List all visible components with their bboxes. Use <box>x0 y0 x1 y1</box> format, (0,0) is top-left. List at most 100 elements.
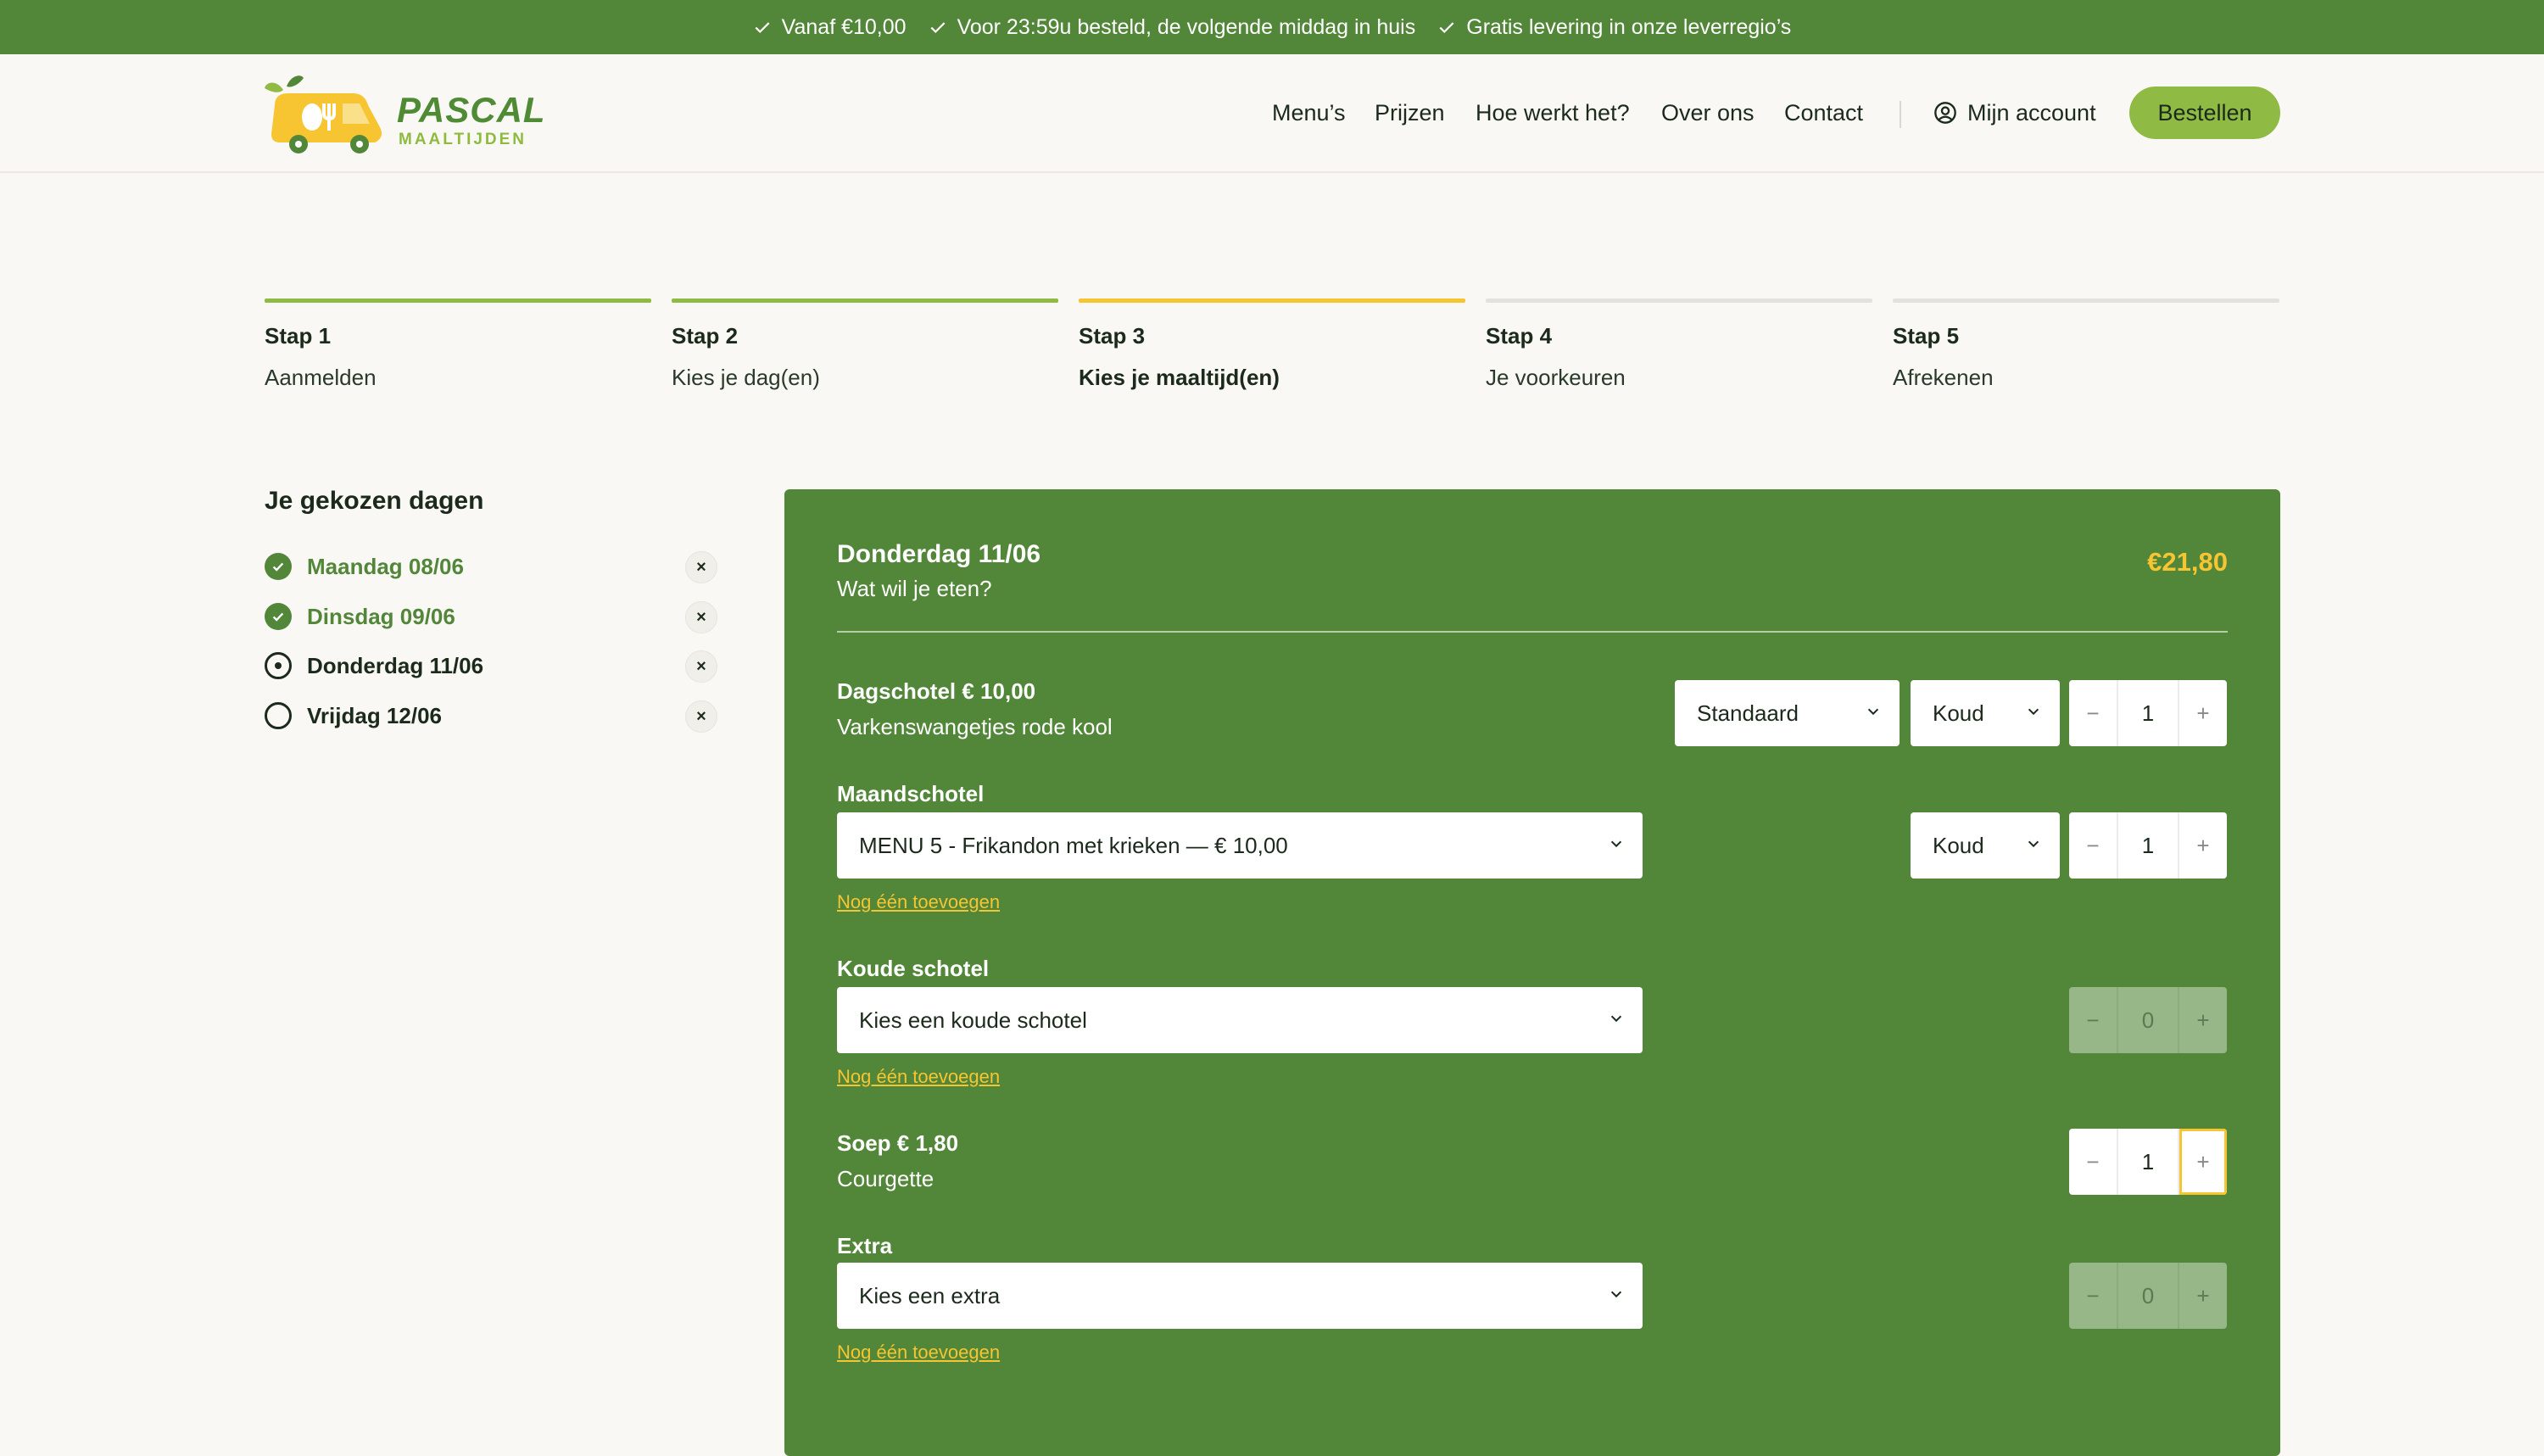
step-1[interactable]: Stap 1 Aanmelden <box>265 298 651 391</box>
select-value: Koud <box>1933 832 1984 858</box>
step-progress-bar <box>1893 298 2279 303</box>
step-progress-bar <box>672 298 1058 303</box>
dagschotel-title: Dagschotel € 10,00 <box>837 678 1036 704</box>
koude-schotel-title: Koude schotel <box>837 956 990 981</box>
chosen-days-title: Je gekozen dagen <box>265 487 484 515</box>
logo-subtitle: MAALTIJDEN <box>399 131 527 148</box>
check-icon <box>755 22 770 34</box>
select-value: MENU 5 - Frikandon met krieken — € 10,00 <box>859 832 1288 858</box>
quantity-value: 0 <box>2117 1263 2179 1329</box>
decrease-button: − <box>2069 987 2117 1053</box>
logo-wordmark: PASCAL <box>397 90 546 130</box>
decrease-button[interactable]: − <box>2069 1129 2117 1195</box>
soep-title: Soep € 1,80 <box>837 1130 959 1156</box>
day-item-donderdag[interactable]: Donderdag 11/06 × <box>265 649 722 683</box>
account-link[interactable]: Mijn account <box>1933 54 2096 171</box>
koude-schotel-select[interactable]: Kies een koude schotel <box>837 987 1643 1053</box>
decrease-button[interactable]: − <box>2069 680 2117 746</box>
meal-selection-panel: Donderdag 11/06 Wat wil je eten? €21,80 … <box>784 489 2280 1456</box>
nav-item-menus[interactable]: Menu’s <box>1272 54 1346 171</box>
step-progress-bar <box>1486 298 1872 303</box>
add-another-link[interactable]: Nog één toevoegen <box>837 891 1000 913</box>
day-item-maandag[interactable]: Maandag 08/06 × <box>265 549 722 583</box>
remove-day-button[interactable]: × <box>685 700 717 733</box>
remove-day-button[interactable]: × <box>685 650 717 683</box>
step-number: Stap 2 <box>672 323 739 349</box>
quantity-value[interactable]: 1 <box>2117 812 2179 879</box>
increase-button[interactable]: + <box>2179 1129 2227 1195</box>
increase-button[interactable]: + <box>2179 812 2227 879</box>
nav-item-over-ons[interactable]: Over ons <box>1661 54 1755 171</box>
increase-button: + <box>2179 1263 2227 1329</box>
extra-select[interactable]: Kies een extra <box>837 1263 1643 1329</box>
quantity-stepper: − 0 + <box>2069 1263 2227 1329</box>
day-label: Vrijdag 12/06 <box>307 702 442 728</box>
day-label: Dinsdag 09/06 <box>307 603 455 629</box>
chevron-down-icon <box>1610 1291 1622 1298</box>
maandschotel-select[interactable]: MENU 5 - Frikandon met krieken — € 10,00 <box>837 812 1643 879</box>
quantity-stepper[interactable]: − 1 + <box>2069 680 2227 746</box>
step-progress-bar <box>265 298 651 303</box>
chevron-down-icon <box>2028 840 2039 848</box>
chevron-down-icon <box>1610 840 1622 848</box>
decrease-button[interactable]: − <box>2069 812 2117 879</box>
nav-link[interactable]: Menu’s <box>1272 100 1346 126</box>
site-header: PASCAL MAALTIJDEN Menu’s Prijzen Hoe wer… <box>0 54 2544 173</box>
increase-button[interactable]: + <box>2179 680 2227 746</box>
step-number: Stap 1 <box>265 323 332 349</box>
decrease-button: − <box>2069 1263 2117 1329</box>
nav-link[interactable]: Contact <box>1784 100 1863 126</box>
empty-circle-icon <box>265 702 292 729</box>
extra-title: Extra <box>837 1233 893 1258</box>
account-label: Mijn account <box>1967 99 2096 126</box>
divider <box>837 631 2228 633</box>
temperature-select[interactable]: Koud <box>1911 680 2060 746</box>
order-button[interactable]: Bestellen <box>2129 86 2280 139</box>
select-value: Koud <box>1933 700 1984 726</box>
step-label: Aanmelden <box>265 365 377 390</box>
step-number: Stap 5 <box>1893 323 1960 349</box>
nav-link[interactable]: Hoe werkt het? <box>1476 100 1630 126</box>
soep-description: Courgette <box>837 1166 934 1191</box>
usp-text: Voor 23:59u besteld, de volgende middag … <box>957 14 1416 39</box>
dagschotel-description: Varkenswangetjes rode kool <box>837 714 1113 739</box>
step-2[interactable]: Stap 2 Kies je dag(en) <box>672 298 1058 391</box>
add-another-link[interactable]: Nog één toevoegen <box>837 1066 1000 1088</box>
quantity-value[interactable]: 1 <box>2117 1129 2179 1195</box>
nav-link[interactable]: Prijzen <box>1375 100 1445 126</box>
step-number: Stap 3 <box>1079 323 1146 349</box>
check-circle-icon <box>265 603 292 630</box>
check-circle-icon <box>265 553 292 580</box>
chevron-down-icon <box>1867 708 1879 716</box>
increase-button: + <box>2179 987 2227 1053</box>
quantity-stepper[interactable]: − 1 + <box>2069 1129 2227 1195</box>
step-label: Kies je dag(en) <box>672 365 820 390</box>
nav-item-contact[interactable]: Contact <box>1784 54 1863 171</box>
remove-day-button[interactable]: × <box>685 601 717 633</box>
day-item-dinsdag[interactable]: Dinsdag 09/06 × <box>265 600 722 633</box>
quantity-stepper[interactable]: − 1 + <box>2069 812 2227 879</box>
day-item-vrijdag[interactable]: Vrijdag 12/06 × <box>265 699 722 733</box>
add-another-link[interactable]: Nog één toevoegen <box>837 1342 1000 1364</box>
nav-item-prijzen[interactable]: Prijzen <box>1375 54 1445 171</box>
nav-link[interactable]: Over ons <box>1661 100 1755 126</box>
step-3: Stap 3 Kies je maaltijd(en) <box>1079 298 1465 391</box>
usp-text: Gratis levering in onze leverregio’s <box>1466 14 1792 39</box>
logo[interactable]: PASCAL MAALTIJDEN <box>265 71 545 156</box>
current-dot-icon <box>265 652 292 679</box>
portion-size-select[interactable]: Standaard <box>1675 680 1900 746</box>
remove-day-button[interactable]: × <box>685 551 717 583</box>
usp-text: Vanaf €10,00 <box>781 14 907 39</box>
panel-day-title: Donderdag 11/06 <box>837 540 1041 568</box>
panel-subtitle: Wat wil je eten? <box>837 576 992 601</box>
nav-item-hoe-werkt-het[interactable]: Hoe werkt het? <box>1476 54 1630 171</box>
temperature-select[interactable]: Koud <box>1911 812 2060 879</box>
quantity-value[interactable]: 1 <box>2117 680 2179 746</box>
step-4: Stap 4 Je voorkeuren <box>1486 298 1872 391</box>
usp-item: Voor 23:59u besteld, de volgende middag … <box>929 14 1416 40</box>
step-number: Stap 4 <box>1486 323 1553 349</box>
step-5: Stap 5 Afrekenen <box>1893 298 2279 391</box>
usp-banner: Vanaf €10,00 Voor 23:59u besteld, de vol… <box>0 0 2544 54</box>
chevron-down-icon <box>2028 708 2039 716</box>
step-label: Kies je maaltijd(en) <box>1079 365 1280 390</box>
